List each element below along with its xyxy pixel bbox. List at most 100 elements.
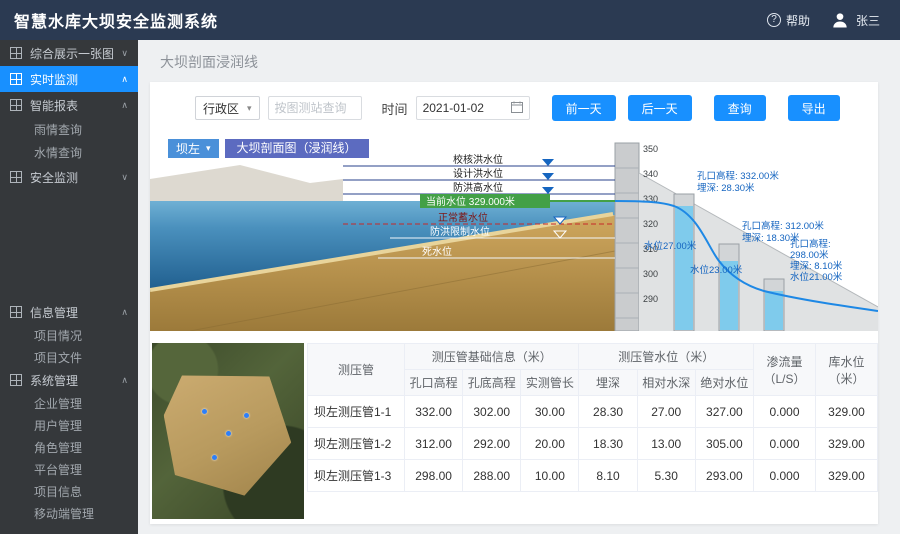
satellite-image	[152, 343, 304, 519]
station-marker[interactable]	[202, 409, 207, 414]
sidebar-item-label: 智能报表	[30, 97, 121, 114]
scale-label: 340	[643, 169, 658, 179]
dead-water-level-label: 死水位	[422, 245, 452, 258]
station-marker[interactable]	[226, 431, 231, 436]
sidebar-item-label: 项目文件	[34, 349, 128, 366]
diagram-title-label: 大坝剖面图（浸润线）	[225, 139, 369, 158]
sidebar-item-enterprise-management[interactable]: 企业管理	[0, 392, 138, 414]
col-header-bottom-elevation: 孔底高程	[463, 370, 521, 396]
main-layout: 综合展示一张图 ∨ 实时监测 ∧ 智能报表 ∧ 雨情查询 水情查询 安全监测	[0, 40, 900, 534]
cell-value: 329.00	[816, 428, 878, 460]
sidebar-item-mobile-management[interactable]: 移动端管理	[0, 502, 138, 524]
main-content: 大坝剖面浸润线 行政区 ▾ 时间 前一天	[138, 40, 900, 534]
cell-value: 30.00	[521, 396, 579, 428]
normal-storage-level-label: 正常蓄水位	[438, 211, 488, 224]
help-button[interactable]: ? 帮助	[767, 12, 810, 29]
flood-high-level: 防洪高水位	[343, 181, 615, 194]
dam-side-select[interactable]: 坝左 ▾	[168, 139, 219, 158]
col-header-relative-depth: 相对水深	[637, 370, 695, 396]
check-flood-level-label: 校核洪水位	[453, 153, 503, 166]
station-search-input[interactable]	[268, 96, 362, 120]
region-select-value: 行政区	[203, 100, 239, 117]
sidebar-item-label: 水情查询	[34, 144, 128, 161]
date-picker[interactable]	[416, 96, 530, 120]
col-group-base-info: 测压管基础信息（米）	[405, 344, 579, 370]
table-row[interactable]: 坝左测压管1-1 332.00 302.00 30.00 28.30 27.00…	[308, 396, 878, 428]
cell-value: 305.00	[695, 428, 753, 460]
sidebar-item-platform-management[interactable]: 平台管理	[0, 458, 138, 480]
table-row[interactable]: 坝左测压管1-2 312.00 292.00 20.00 18.30 13.00…	[308, 428, 878, 460]
design-flood-level: 设计洪水位	[343, 167, 615, 180]
water-level-marker-icon	[542, 173, 554, 180]
water-level-marker-icon	[542, 187, 554, 194]
current-water-level-label: 当前水位 329.000米	[426, 195, 515, 208]
station-marker[interactable]	[212, 455, 217, 460]
chevron-up-icon: ∧	[121, 74, 128, 85]
sidebar-item-label: 角色管理	[34, 439, 128, 456]
menu-grid-icon	[10, 73, 22, 85]
query-button[interactable]: 查询	[714, 95, 766, 121]
sidebar-item-label: 项目信息	[34, 483, 128, 500]
menu-grid-icon	[10, 171, 22, 183]
sidebar-item-label: 系统管理	[30, 372, 121, 389]
flood-limit-level-label: 防洪限制水位	[430, 225, 490, 238]
help-label: 帮助	[786, 12, 810, 29]
tube1-depth-label: 埋深: 28.30米	[697, 182, 755, 194]
cell-value: 28.30	[579, 396, 637, 428]
sidebar-item-project-status[interactable]: 项目情况	[0, 324, 138, 346]
cell-value: 298.00	[405, 460, 463, 492]
cell-value: 0.000	[754, 460, 816, 492]
col-header-absolute-level: 绝对水位	[695, 370, 753, 396]
query-toolbar: 行政区 ▾ 时间 前一天 后一天 查询 导出	[195, 95, 878, 121]
menu-grid-icon	[10, 374, 22, 386]
next-day-button[interactable]: 后一天	[628, 95, 692, 121]
menu-grid-icon	[10, 99, 22, 111]
check-flood-level: 校核洪水位	[343, 153, 615, 166]
sidebar-item-label: 实时监测	[30, 71, 121, 88]
page-title: 大坝剖面浸润线	[138, 40, 900, 82]
cell-value: 0.000	[754, 428, 816, 460]
col-header-tube: 测压管	[308, 344, 405, 396]
sidebar-item-realtime-monitoring[interactable]: 实时监测 ∧	[0, 66, 138, 92]
table-row[interactable]: 坝左测压管1-3 298.00 288.00 10.00 8.10 5.30 2…	[308, 460, 878, 492]
header-actions: ? 帮助 张三	[767, 10, 880, 30]
sidebar-item-info-management[interactable]: 信息管理 ∧	[0, 300, 138, 324]
sidebar-item-safety-monitoring[interactable]: 安全监测 ∨	[0, 164, 138, 190]
station-marker[interactable]	[244, 413, 249, 418]
region-select[interactable]: 行政区 ▾	[195, 96, 260, 120]
date-input[interactable]	[423, 101, 505, 115]
cell-value: 312.00	[405, 428, 463, 460]
scale-label: 320	[643, 219, 658, 229]
cell-tube-name: 坝左测压管1-2	[308, 428, 405, 460]
tube2-water-label: 水位23.00米	[690, 264, 743, 276]
prev-day-button[interactable]: 前一天	[552, 95, 616, 121]
sidebar-item-label: 移动端管理	[34, 505, 128, 522]
sidebar-item-project-files[interactable]: 项目文件	[0, 346, 138, 368]
col-header-buried-depth: 埋深	[579, 370, 637, 396]
sidebar-item-water-query[interactable]: 水情查询	[0, 141, 138, 164]
sidebar-item-user-management[interactable]: 用户管理	[0, 414, 138, 436]
calendar-icon	[511, 101, 523, 116]
chevron-down-icon: ▾	[247, 103, 252, 114]
cell-value: 329.00	[816, 396, 878, 428]
cell-value: 8.10	[579, 460, 637, 492]
col-header-reservoir-level: 库水位（米）	[816, 344, 878, 396]
cell-value: 292.00	[463, 428, 521, 460]
sidebar-item-smart-reports[interactable]: 智能报表 ∧	[0, 92, 138, 118]
tube1-orifice-label: 孔口高程: 332.00米	[697, 170, 779, 182]
water-level-marker-icon	[542, 159, 554, 166]
sidebar-spacer	[0, 190, 138, 300]
sidebar-item-label: 信息管理	[30, 304, 121, 321]
far-shore	[150, 165, 343, 201]
sidebar-item-project-info[interactable]: 项目信息	[0, 480, 138, 502]
dam-profile-section: 350 340 330 320 310 300 290	[150, 139, 878, 331]
sidebar-item-rain-query[interactable]: 雨情查询	[0, 118, 138, 141]
sidebar-admin-section: 信息管理 ∧ 项目情况 项目文件 系统管理 ∧ 企业管理	[0, 300, 138, 524]
export-button[interactable]: 导出	[788, 95, 840, 121]
sidebar-item-overview-map[interactable]: 综合展示一张图 ∨	[0, 40, 138, 66]
sidebar-item-system-management[interactable]: 系统管理 ∧	[0, 368, 138, 392]
tube3-orifice-label: 孔口高程:	[790, 238, 831, 250]
sidebar-item-label: 综合展示一张图	[30, 45, 121, 62]
user-menu[interactable]: 张三	[830, 10, 880, 30]
sidebar-item-role-management[interactable]: 角色管理	[0, 436, 138, 458]
